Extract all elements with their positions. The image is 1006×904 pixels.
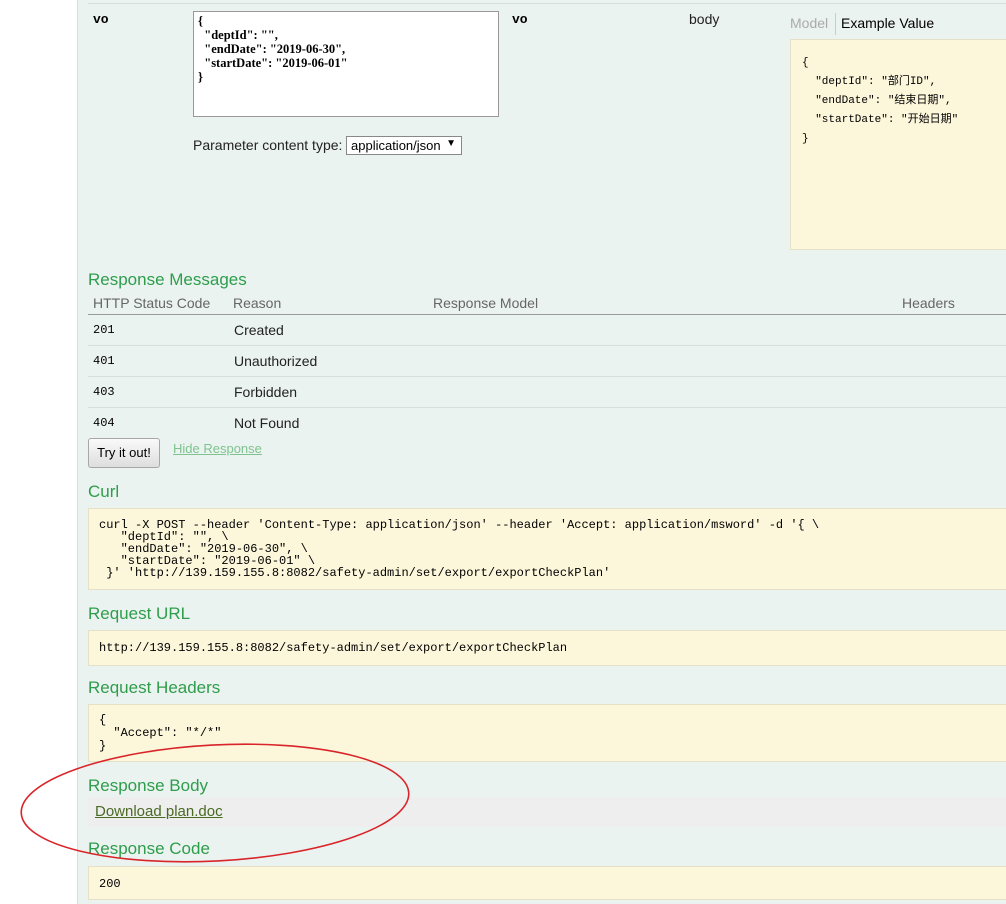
top-divider bbox=[88, 3, 1006, 4]
header-status-code: HTTP Status Code bbox=[93, 295, 211, 311]
example-code-line: "startDate": "开始日期" bbox=[802, 114, 959, 126]
response-messages-title: Response Messages bbox=[88, 270, 247, 289]
header-headers: Headers bbox=[902, 295, 955, 311]
dropdown-arrow-icon: ▼ bbox=[446, 138, 456, 149]
request-url-title: Request URL bbox=[88, 604, 191, 623]
example-value-box: { "deptId": "部门ID", "endDate": "结束日期", "… bbox=[790, 39, 1006, 250]
tab-divider bbox=[835, 13, 836, 35]
header-reason: Reason bbox=[233, 295, 282, 311]
request-url-box: http://139.159.155.8:8082/safety-admin/s… bbox=[88, 630, 1006, 666]
request-header-line: "Accept": "*/*" bbox=[99, 726, 222, 740]
status-code-cell: 201 bbox=[93, 323, 115, 337]
parameter-type: body bbox=[689, 11, 720, 27]
curl-line: }' 'http://139.159.155.8:8082/safety-adm… bbox=[99, 566, 611, 580]
request-headers-box: { "Accept": "*/*"} bbox=[88, 704, 1006, 762]
table-row-divider bbox=[88, 345, 1006, 346]
reason-cell: Unauthorized bbox=[234, 353, 318, 369]
example-value-tab[interactable]: Example Value bbox=[841, 15, 934, 31]
parameter-data-type: vo bbox=[512, 12, 528, 27]
request-header-line: } bbox=[99, 739, 107, 753]
response-code-title: Response Code bbox=[88, 839, 210, 858]
parameter-value-textarea[interactable] bbox=[193, 11, 499, 117]
status-code-cell: 403 bbox=[93, 385, 115, 399]
example-value-code: { "deptId": "部门ID", "endDate": "结束日期", "… bbox=[802, 54, 958, 149]
example-code-line: { bbox=[802, 57, 809, 69]
status-code-cell: 401 bbox=[93, 354, 115, 368]
response-body-title: Response Body bbox=[88, 776, 209, 795]
response-code-box: 200 bbox=[88, 866, 1006, 900]
content-type-value: application/json bbox=[351, 138, 441, 153]
response-code-value: 200 bbox=[99, 877, 121, 891]
content-type-label: Parameter content type: bbox=[193, 137, 343, 153]
reason-cell: Not Found bbox=[234, 415, 300, 431]
request-url-value: http://139.159.155.8:8082/safety-admin/s… bbox=[99, 641, 568, 655]
curl-command: curl -X POST --header 'Content-Type: app… bbox=[99, 519, 819, 579]
table-row-divider bbox=[88, 407, 1006, 408]
table-row-divider bbox=[88, 376, 1006, 377]
request-headers-code: { "Accept": "*/*"} bbox=[99, 714, 221, 753]
reason-cell: Created bbox=[234, 322, 284, 338]
status-code-cell: 404 bbox=[93, 416, 115, 430]
example-code-line: } bbox=[802, 133, 809, 145]
try-it-out-button[interactable]: Try it out! bbox=[88, 438, 160, 468]
curl-box: curl -X POST --header 'Content-Type: app… bbox=[88, 508, 1006, 590]
reason-cell: Forbidden bbox=[234, 384, 298, 400]
curl-title: Curl bbox=[88, 482, 120, 501]
example-code-line: "deptId": "部门ID", bbox=[802, 76, 937, 88]
request-headers-title: Request Headers bbox=[88, 678, 221, 697]
example-code-line: "endDate": "结束日期", bbox=[802, 95, 952, 107]
model-tab[interactable]: Model bbox=[790, 15, 828, 31]
parameter-name: vo bbox=[93, 12, 109, 27]
hide-response-link[interactable]: Hide Response bbox=[173, 441, 262, 456]
download-plan-link[interactable]: Download plan.doc bbox=[95, 803, 223, 820]
response-body-box: Download plan.doc bbox=[88, 797, 1006, 827]
header-response-model: Response Model bbox=[433, 295, 539, 311]
content-type-select[interactable]: application/json ▼ bbox=[346, 136, 462, 155]
table-header-border bbox=[88, 314, 1006, 315]
